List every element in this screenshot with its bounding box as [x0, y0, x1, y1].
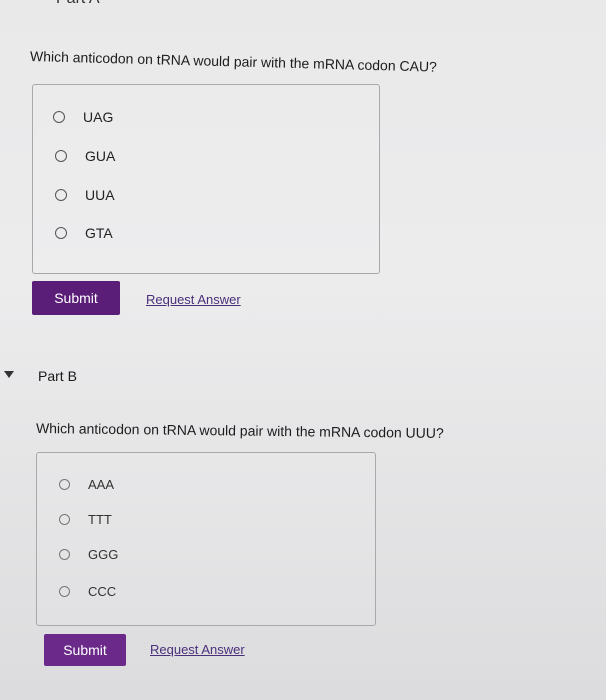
part-a-option-gua[interactable]: GUA — [55, 148, 115, 164]
radio-button[interactable] — [59, 479, 70, 490]
radio-button[interactable] — [55, 227, 67, 239]
part-b-submit-button[interactable]: Submit — [44, 634, 126, 666]
part-b-option-ttt[interactable]: TTT — [59, 512, 112, 527]
part-b-header[interactable]: Part B — [0, 364, 606, 390]
part-b-request-answer-link[interactable]: Request Answer — [150, 642, 245, 657]
part-a-question: Which anticodon on tRNA would pair with … — [29, 48, 438, 75]
part-a-request-answer-link[interactable]: Request Answer — [146, 292, 241, 307]
option-label: GTA — [85, 225, 113, 241]
part-a-option-uua[interactable]: UUA — [55, 187, 115, 203]
part-b-title: Part B — [38, 368, 77, 384]
part-b-option-ggg[interactable]: GGG — [59, 547, 118, 562]
radio-button[interactable] — [59, 549, 70, 560]
option-label: UUA — [85, 187, 115, 203]
radio-button[interactable] — [59, 586, 70, 597]
option-label: CCC — [88, 584, 117, 599]
option-label: GUA — [85, 148, 116, 164]
option-label: TTT — [88, 512, 112, 527]
part-a-option-gta[interactable]: GTA — [55, 225, 113, 241]
radio-button[interactable] — [59, 514, 70, 525]
part-b-question: Which anticodon on tRNA would pair with … — [35, 420, 444, 441]
collapse-toggle-icon[interactable] — [4, 371, 14, 378]
part-a-option-uag[interactable]: UAG — [53, 109, 113, 125]
radio-button[interactable] — [55, 189, 67, 201]
part-b-option-aaa[interactable]: AAA — [59, 477, 114, 492]
radio-button[interactable] — [55, 150, 67, 162]
part-b-options-box: AAA TTT GGG CCC — [36, 452, 376, 626]
part-a-header: Part A — [56, 0, 100, 8]
radio-button[interactable] — [53, 111, 65, 123]
part-a-options-box: UAG GUA UUA GTA — [32, 84, 380, 274]
part-b-option-ccc[interactable]: CCC — [59, 584, 116, 599]
option-label: UAG — [83, 109, 114, 125]
option-label: AAA — [88, 477, 115, 492]
option-label: GGG — [88, 547, 119, 562]
part-a-submit-button[interactable]: Submit — [32, 281, 120, 315]
